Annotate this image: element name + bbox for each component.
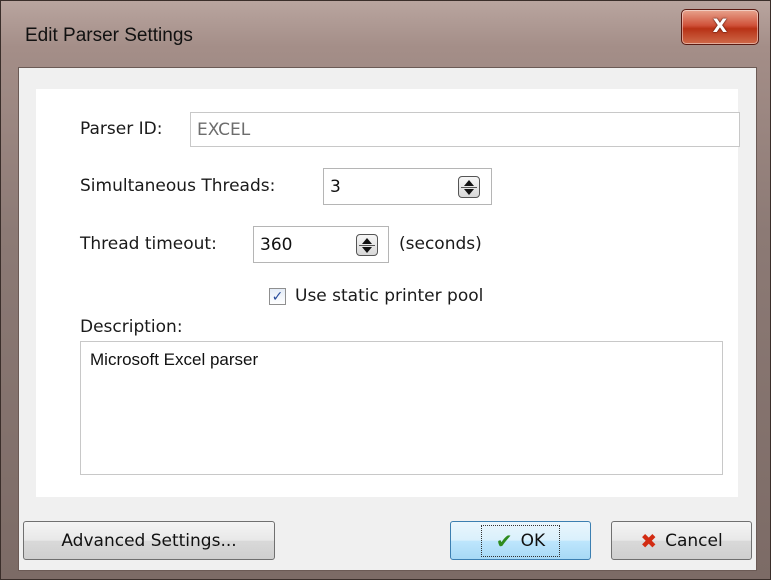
parser-id-field[interactable] xyxy=(190,112,740,147)
cancel-label: Cancel xyxy=(665,530,723,551)
advanced-settings-label: Advanced Settings... xyxy=(61,530,237,551)
timeout-unit: (seconds) xyxy=(399,234,482,254)
static-pool-label[interactable]: Use static printer pool xyxy=(295,286,483,306)
red-x-icon: ✖ xyxy=(640,528,658,553)
ok-focus-ring: ✔ OK xyxy=(480,524,561,557)
spin-down-icon[interactable] xyxy=(362,247,372,253)
spin-divider xyxy=(461,187,477,188)
advanced-settings-button[interactable]: Advanced Settings... xyxy=(23,521,275,560)
ok-button[interactable]: ✔ OK xyxy=(450,521,591,560)
checkmark-icon: ✔ xyxy=(495,528,513,553)
timeout-label: Thread timeout: xyxy=(80,234,217,254)
close-icon: X xyxy=(712,15,728,37)
cancel-button[interactable]: ✖ Cancel xyxy=(611,521,752,560)
threads-spinner[interactable] xyxy=(458,176,480,198)
dialog-window: Edit Parser Settings X Parser ID: Simult… xyxy=(0,0,771,580)
spin-down-icon[interactable] xyxy=(464,189,474,195)
description-label: Description: xyxy=(80,317,183,337)
spin-up-icon[interactable] xyxy=(464,180,474,186)
description-textarea[interactable]: Microsoft Excel parser xyxy=(80,341,723,475)
dialog-body: Parser ID: Simultaneous Threads: Thread … xyxy=(18,67,757,571)
parser-id-label: Parser ID: xyxy=(80,119,163,139)
checkmark-icon: ✓ xyxy=(271,288,284,305)
static-pool-checkbox[interactable]: ✓ xyxy=(269,288,286,305)
window-title: Edit Parser Settings xyxy=(25,25,193,46)
ok-label: OK xyxy=(520,530,546,551)
threads-label: Simultaneous Threads: xyxy=(80,176,276,196)
spin-up-icon[interactable] xyxy=(362,238,372,244)
title-bar[interactable]: Edit Parser Settings X xyxy=(1,1,770,71)
close-button[interactable]: X xyxy=(681,9,759,45)
timeout-spinner[interactable] xyxy=(356,234,378,256)
spin-divider xyxy=(359,245,375,246)
